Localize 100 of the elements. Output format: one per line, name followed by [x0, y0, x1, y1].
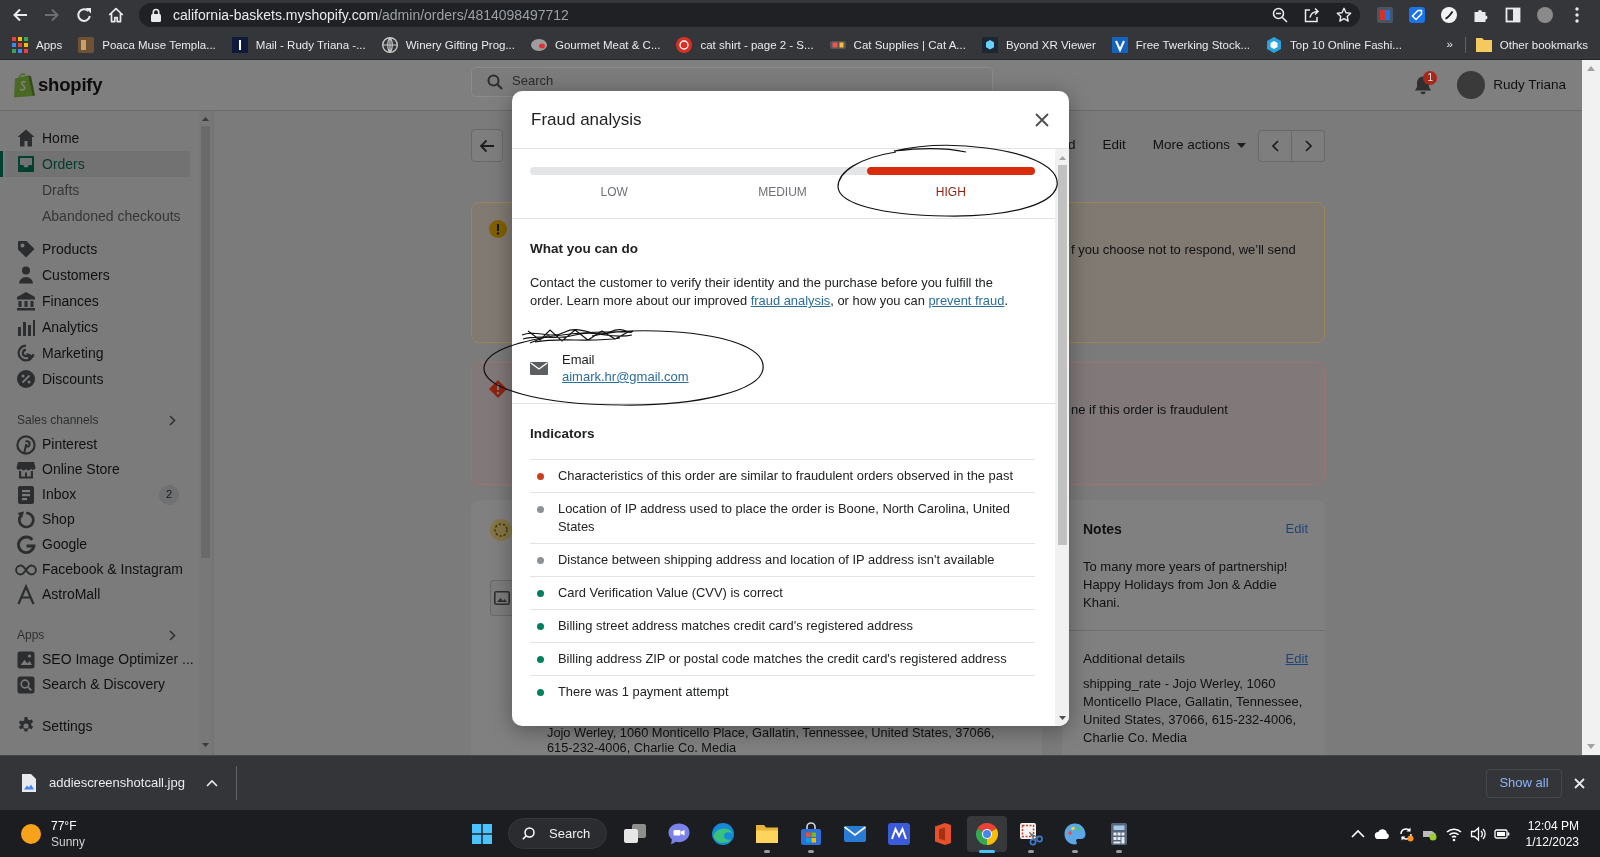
nav-item[interactable]: Facebook & Instagram [0, 557, 194, 582]
bookmark[interactable]: Gourmet Meat & C... [531, 36, 661, 53]
folder-icon[interactable] [755, 822, 779, 846]
tag-tile-icon[interactable] [1409, 7, 1425, 23]
previous-button[interactable] [1258, 129, 1292, 162]
user-name[interactable]: Rudy Triana [1493, 75, 1566, 95]
shopping-bag-icon[interactable] [799, 822, 823, 846]
scissors-frame-icon[interactable] [1019, 822, 1043, 846]
back-arrow-icon[interactable] [12, 7, 28, 23]
nav-item[interactable]: Online Store [0, 457, 194, 482]
caret-up-icon[interactable] [205, 779, 218, 787]
avatar-icon[interactable] [1457, 71, 1486, 99]
side-panel-icon[interactable] [1505, 7, 1521, 23]
scroll-up-arrow-icon[interactable] [202, 117, 209, 121]
palette-icon[interactable] [1063, 822, 1087, 846]
clock-date[interactable]: 1/12/2023 [1525, 833, 1579, 850]
sync-icon[interactable] [1397, 825, 1414, 842]
bookmarks-overflow-button[interactable]: » [1446, 36, 1453, 53]
reload-icon[interactable] [76, 7, 92, 23]
file-name[interactable]: addiescreenshotcall.jpg [49, 774, 185, 792]
bookmark[interactable]: Top 10 Online Fashi... [1266, 36, 1402, 53]
cube-icon [981, 36, 998, 53]
zoom-out-icon[interactable] [1272, 7, 1288, 23]
nav-item[interactable]: Pinterest [0, 432, 194, 457]
dialog-title: Fraud analysis [531, 108, 642, 131]
home-icon[interactable] [108, 7, 124, 23]
nav-item[interactable]: SEO Image Optimizer ... [0, 647, 194, 672]
chat-bubble-icon[interactable] [667, 822, 691, 846]
nav-item[interactable]: Marketing [0, 340, 194, 366]
address-bar[interactable]: california-baskets.myshopify.com/admin/orders/4814098497712 [139, 3, 1360, 27]
scrollbar-thumb[interactable] [1057, 165, 1067, 545]
nav-item[interactable]: Finances [0, 288, 194, 314]
edit-link[interactable]: Edit [1285, 650, 1308, 668]
circle-logo-icon[interactable] [1441, 7, 1457, 23]
edit-link[interactable]: Edit [1285, 520, 1308, 538]
more-actions-button[interactable]: More actions [1152, 136, 1246, 155]
more-menu-icon[interactable] [1575, 7, 1579, 23]
zigzag-tile-icon[interactable] [887, 822, 911, 846]
indicator-text: There was 1 payment attempt [558, 683, 730, 701]
nav-subitem[interactable]: Drafts [0, 177, 194, 203]
chevron-right-icon[interactable] [169, 414, 176, 426]
scroll-down-arrow-icon[interactable] [1058, 716, 1066, 720]
bookmark[interactable]: cat shirt - page 2 - S... [676, 36, 814, 53]
address-text: Jojo Werley, 1060 Monticello Place, Gallatin, Tennessee, United States, 37066, 615-232-4006, Charlie Co. Media [547, 726, 996, 755]
critical-icon [489, 380, 507, 398]
nav-item[interactable]: Search & Discovery [0, 672, 194, 697]
bookmark[interactable]: Mail - Rudy Triana -... [231, 36, 366, 53]
close-icon[interactable] [1035, 112, 1049, 127]
nav-item[interactable]: AstroMall [0, 582, 194, 607]
nav-subitem[interactable]: Abandoned checkouts [0, 203, 194, 229]
speaker-icon[interactable] [1469, 825, 1486, 842]
split-tile-icon[interactable] [1377, 7, 1393, 23]
swirl-icon[interactable] [711, 822, 735, 846]
nav-item[interactable]: Analytics [0, 314, 194, 340]
nav-item[interactable]: Customers [0, 262, 194, 288]
avatar-icon[interactable] [1537, 7, 1553, 23]
nav-item[interactable]: Discounts [0, 366, 194, 392]
bookmark[interactable]: Apps [12, 36, 63, 53]
nav-item[interactable]: Shop [0, 507, 194, 532]
indicator-text: Card Verification Value (CVV) is correct [558, 584, 784, 602]
next-button[interactable] [1292, 129, 1325, 162]
start-grid-icon[interactable] [472, 824, 492, 844]
storefront-icon [16, 459, 36, 480]
clock-time[interactable]: 12:04 PM [1527, 817, 1579, 834]
bar-tile-icon [231, 36, 248, 53]
bookmark[interactable]: Cat Supplies | Cat A... [829, 36, 966, 53]
taskbar-app-button[interactable] [967, 816, 1007, 852]
share-icon[interactable] [1304, 7, 1320, 23]
scrollbar[interactable] [1055, 149, 1069, 726]
bank-icon [16, 291, 36, 311]
nav-item[interactable]: Inbox 2 [0, 482, 194, 507]
instruction-text: Contact the customer to verify their identity and the purchase before you fulfill the order. Learn more about our improved fraud analysis, or how you can prevent fraud. [530, 274, 1009, 310]
show-all-button[interactable]: Show all [1486, 768, 1562, 798]
bookmark[interactable]: Poaca Muse Templa... [78, 36, 216, 53]
bookmark[interactable]: Winery Gifting Prog... [381, 36, 515, 53]
search-button[interactable]: Search [508, 818, 607, 849]
bookmark[interactable]: Byond XR Viewer [981, 36, 1096, 53]
email-link[interactable]: aimark.hr@gmail.com [562, 368, 689, 385]
nav-item[interactable]: Google [0, 532, 194, 557]
arc-icon [16, 534, 36, 555]
nav-item[interactable]: Settings [0, 713, 194, 739]
sun-icon[interactable] [21, 823, 41, 844]
task-view-icon[interactable] [623, 822, 647, 846]
header-action-button[interactable]: d [1067, 136, 1076, 155]
bar-chart-icon [16, 317, 36, 337]
nav-item[interactable]: Products [0, 236, 194, 262]
image-icon [494, 591, 510, 605]
image-tile-icon [16, 649, 36, 670]
puzzle-icon[interactable] [1473, 7, 1489, 23]
back-button[interactable] [471, 129, 503, 162]
home-icon [16, 128, 36, 148]
star-icon[interactable] [1336, 7, 1352, 23]
nav-item[interactable]: Home [0, 125, 194, 151]
wifi-icon[interactable] [1445, 825, 1462, 842]
bookmark-folder[interactable]: Other bookmarks [1475, 36, 1588, 53]
header-action-button[interactable]: Edit [1102, 136, 1126, 155]
chevron-right-icon[interactable] [169, 629, 176, 641]
bookmark[interactable]: Free Twerking Stock... [1111, 36, 1251, 53]
chevron-left-icon [1271, 139, 1279, 152]
risk-level-label: HIGH [935, 185, 966, 199]
